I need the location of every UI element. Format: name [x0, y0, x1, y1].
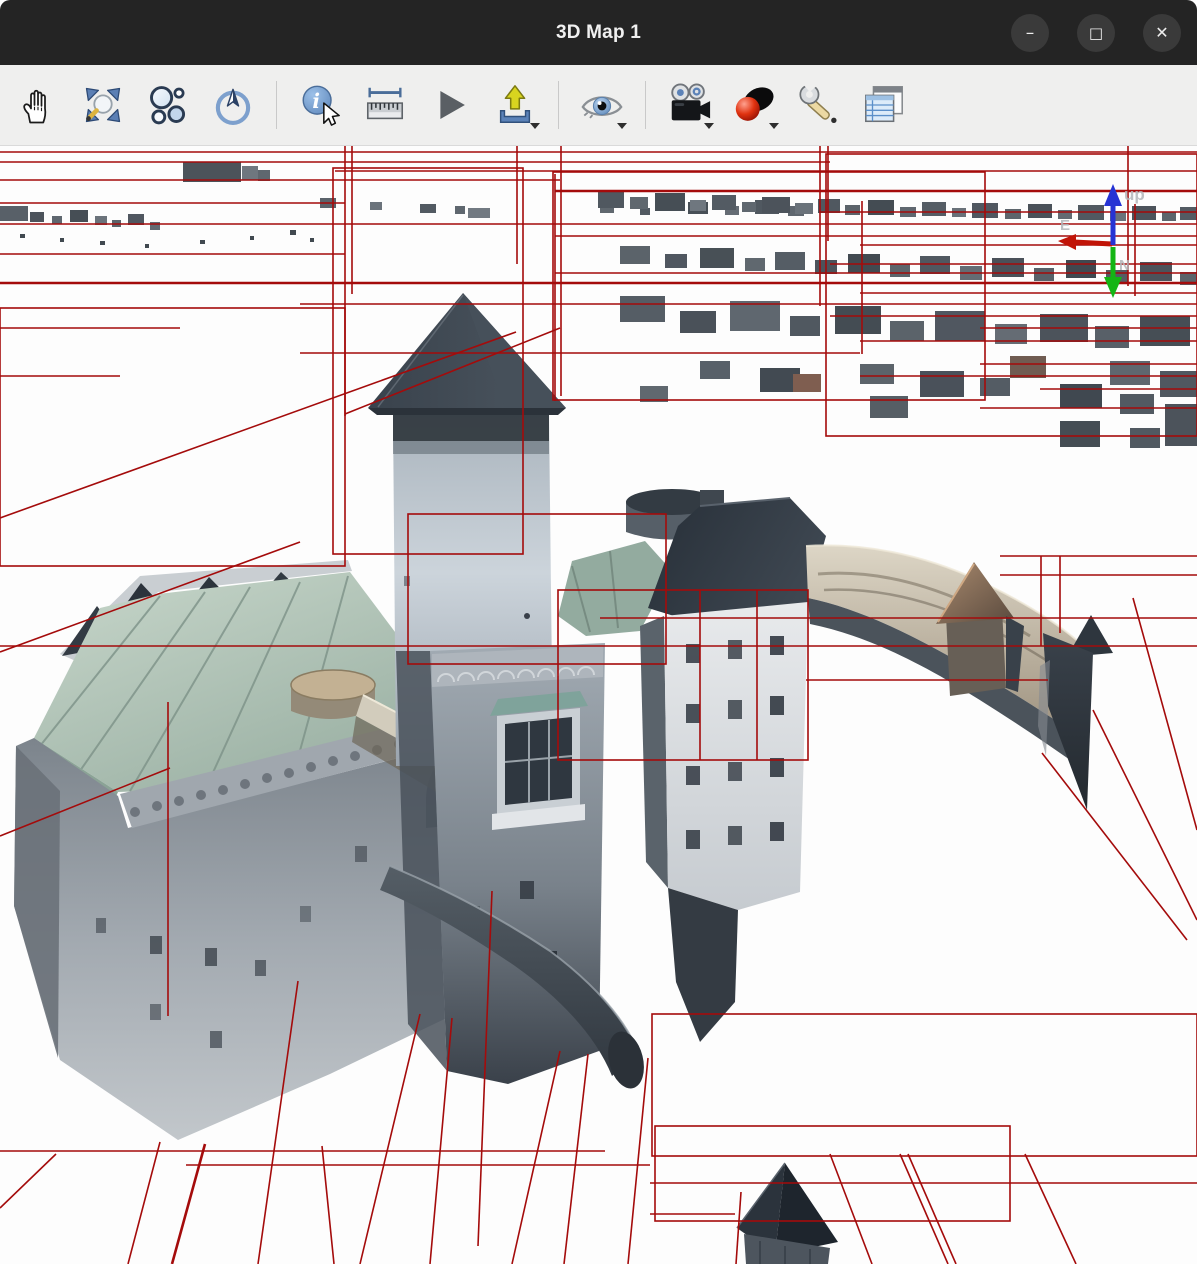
maximize-button[interactable]: □ [1077, 14, 1115, 52]
zoom-button[interactable] [77, 75, 129, 135]
map-3d-viewport[interactable]: up E N [0, 146, 1197, 1264]
toolbar-separator [558, 81, 559, 129]
dropdown-arrow-icon [617, 123, 627, 129]
circles-icon [146, 83, 190, 127]
ruler-icon [362, 82, 408, 128]
eye-icon [577, 82, 627, 128]
red-sphere-icon [730, 82, 778, 128]
window-title: 3D Map 1 [556, 22, 641, 44]
compass-button[interactable] [207, 75, 259, 135]
toolbar-separator [276, 81, 277, 129]
zoom-arrows-icon [81, 83, 125, 127]
info-cursor-icon: i [297, 82, 343, 128]
upload-arrow-icon [492, 82, 538, 128]
toolbar-separator [645, 81, 646, 129]
scene-3d: up E N [0, 146, 1197, 1264]
axis-gizmo: up E N [1058, 184, 1145, 298]
upload-button[interactable] [489, 75, 541, 135]
report-button[interactable] [858, 75, 910, 135]
toolbar: i [0, 65, 1197, 146]
play-icon [429, 84, 471, 126]
compass-icon [211, 83, 255, 127]
record-button[interactable] [663, 75, 715, 135]
castle-model [14, 293, 1113, 1264]
dropdown-arrow-icon [704, 123, 714, 129]
axis-up-label: up [1124, 185, 1145, 204]
axis-east-label: E [1060, 217, 1070, 234]
select-circles-button[interactable] [142, 75, 194, 135]
info-query-button[interactable]: i [294, 75, 346, 135]
window-titlebar: 3D Map 1 – □ ✕ [0, 0, 1197, 65]
sphere-button[interactable] [728, 75, 780, 135]
tools-button[interactable] [793, 75, 845, 135]
hand-icon [17, 84, 59, 126]
close-button[interactable]: ✕ [1143, 14, 1181, 52]
measure-button[interactable] [359, 75, 411, 135]
minimize-button[interactable]: – [1011, 14, 1049, 52]
wrench-icon [796, 82, 842, 128]
distant-city [0, 162, 1197, 448]
play-button[interactable] [424, 75, 476, 135]
pan-button[interactable] [12, 75, 64, 135]
report-table-icon [861, 82, 907, 128]
view-button[interactable] [576, 75, 628, 135]
axis-north-label: N [1119, 257, 1130, 274]
svg-text:i: i [312, 89, 320, 113]
window-controls: – □ ✕ [1011, 0, 1181, 65]
dropdown-arrow-icon [530, 123, 540, 129]
dropdown-arrow-icon [769, 123, 779, 129]
movie-camera-icon [665, 82, 713, 128]
